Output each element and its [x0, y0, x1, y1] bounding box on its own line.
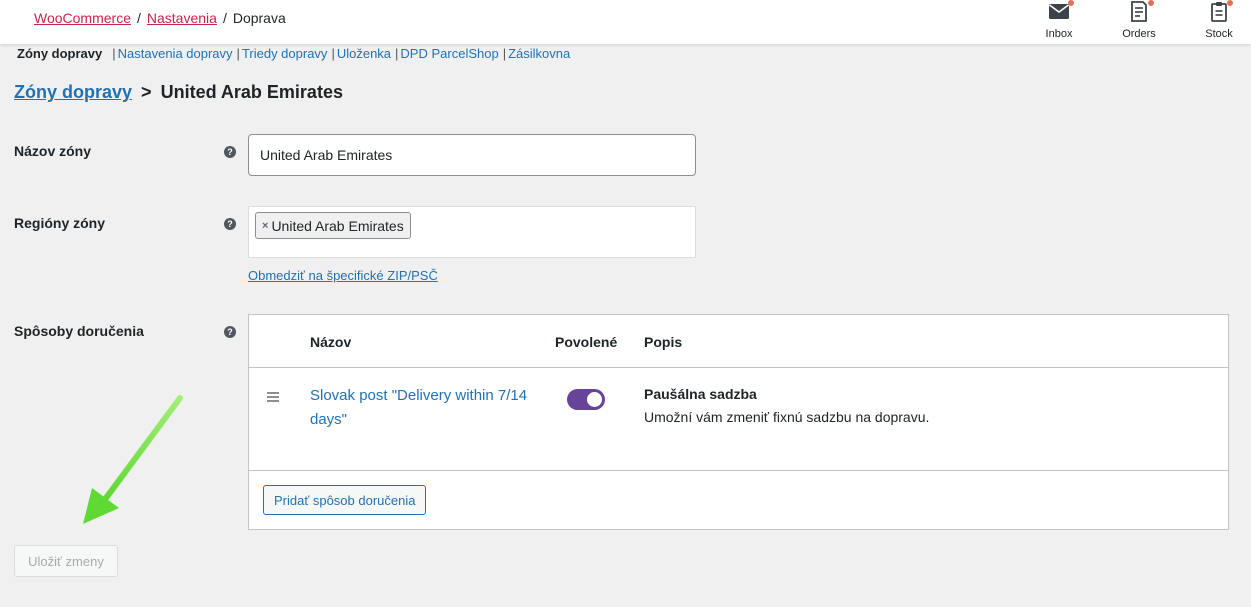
subnav-link-zasilkovna[interactable]: Zásilkovna — [508, 46, 570, 61]
orders-button[interactable]: Orders — [1119, 0, 1159, 44]
page-title: Zóny dopravy > United Arab Emirates — [14, 82, 343, 103]
inbox-button[interactable]: Inbox — [1040, 0, 1078, 44]
subnav-separator: | — [236, 46, 240, 61]
subnav-link-shipping-settings[interactable]: Nastavenia dopravy — [118, 46, 233, 61]
zone-name-input[interactable] — [248, 134, 696, 176]
subnav-separator: | — [112, 46, 116, 61]
stock-button[interactable]: Stock — [1200, 0, 1238, 44]
subnav-link-shipping-classes[interactable]: Triedy dopravy — [242, 46, 328, 61]
notification-dot — [1148, 0, 1154, 6]
table-row: Slovak post "Delivery within 7/14 days" … — [249, 368, 1228, 471]
help-icon[interactable]: ? — [224, 326, 236, 338]
zone-regions-label: Regióny zóny — [14, 215, 106, 231]
breadcrumb-separator: / — [137, 10, 141, 26]
orders-icon — [1131, 1, 1147, 22]
inbox-icon — [1049, 4, 1069, 19]
shipping-methods-label: Spôsoby doručenia — [14, 323, 144, 339]
shipping-methods-table: Názov Povolené Popis Slovak post "Delive… — [248, 314, 1229, 530]
zone-regions-select[interactable]: × United Arab Emirates — [248, 206, 696, 258]
breadcrumb-separator: / — [222, 10, 227, 26]
annotation-arrow-icon — [83, 395, 183, 524]
add-shipping-method-button[interactable]: Pridať spôsob doručenia — [263, 485, 427, 515]
table-header: Názov Povolené Popis — [249, 315, 1228, 368]
shipping-subnav: Zóny dopravy | Nastavenia dopravy | Trie… — [17, 46, 570, 61]
column-header-name: Názov — [310, 334, 352, 350]
drag-handle-icon[interactable] — [267, 392, 279, 402]
subnav-current-zones: Zóny dopravy — [17, 46, 103, 61]
subnav-separator: | — [331, 46, 335, 61]
method-description-text: Umožní vám zmeniť fixnú sadzbu na doprav… — [644, 409, 930, 425]
title-separator: > — [141, 82, 152, 102]
subnav-link-ulozenka[interactable]: Uloženka — [337, 46, 391, 61]
limit-zip-link[interactable]: Obmedziť na špecifické ZIP/PSČ — [248, 268, 438, 283]
breadcrumb: WooCommerce / Nastavenia / Doprava — [34, 10, 286, 26]
subnav-separator: | — [395, 46, 399, 61]
zone-title: United Arab Emirates — [160, 82, 343, 102]
breadcrumb-current: Doprava — [232, 10, 286, 26]
header-bar: WooCommerce / Nastavenia / Doprava Inbox… — [0, 0, 1251, 44]
zone-name-label: Názov zóny — [14, 143, 92, 159]
column-header-description: Popis — [644, 334, 683, 350]
breadcrumb-settings-link[interactable]: Nastavenia — [147, 10, 217, 26]
method-enabled-toggle[interactable] — [567, 389, 605, 410]
orders-label: Orders — [1122, 28, 1156, 40]
toggle-knob — [587, 392, 602, 407]
remove-region-icon[interactable]: × — [262, 220, 268, 232]
shipping-method-name-link[interactable]: Slovak post "Delivery within 7/14 days" — [310, 384, 540, 432]
help-icon[interactable]: ? — [224, 146, 236, 158]
region-tag: × United Arab Emirates — [255, 212, 411, 239]
stock-label: Stock — [1205, 28, 1233, 40]
region-tag-label: United Arab Emirates — [271, 217, 404, 234]
help-icon[interactable]: ? — [224, 218, 236, 230]
save-changes-button[interactable]: Uložiť zmeny — [14, 545, 118, 577]
zones-back-link[interactable]: Zóny dopravy — [14, 82, 132, 102]
subnav-link-dpd-parcelshop[interactable]: DPD ParcelShop — [400, 46, 498, 61]
notification-dot — [1068, 0, 1074, 6]
notification-dot — [1227, 0, 1233, 6]
method-description-title: Paušálna sadzba — [644, 386, 757, 402]
subnav-separator: | — [502, 46, 507, 61]
column-header-enabled: Povolené — [555, 334, 618, 350]
breadcrumb-woocommerce-link[interactable]: WooCommerce — [34, 10, 131, 26]
inbox-label: Inbox — [1045, 28, 1073, 40]
